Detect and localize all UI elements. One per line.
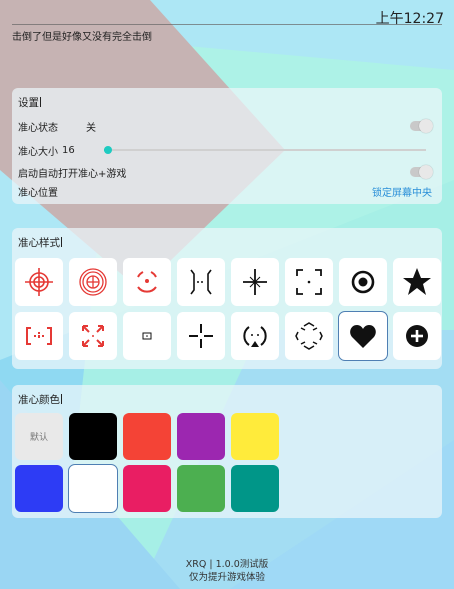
crosshair-style-option[interactable] [231, 312, 279, 360]
crosshair-style-option[interactable] [339, 258, 387, 306]
color-swatch[interactable] [123, 413, 171, 460]
crosshair-position-row: 准心位置 锁定屏幕中央 [18, 182, 436, 200]
crosshair-style-card: 准心样式 [12, 228, 442, 369]
footer-note: 仅为提升游戏体验 [188, 572, 265, 583]
color-swatch[interactable] [123, 465, 171, 512]
crosshair-size-label: 准心大小 [18, 146, 58, 158]
color-swatch[interactable] [231, 465, 279, 512]
crosshair-style-option[interactable] [123, 312, 171, 360]
bracket-lines-icon [190, 269, 212, 295]
circle-arrows-icon [243, 326, 267, 347]
red-scope-crosshair-icon [25, 268, 53, 296]
status-time: 上午12:27 [375, 11, 444, 27]
crosshair-status-toggle[interactable] [410, 119, 433, 133]
settings-card: 设置 准心状态 关 准心大小 16 启动自动打开准心+游戏 准心位置 锁定屏幕中… [12, 88, 442, 204]
small-square-dot-icon [142, 332, 152, 340]
plus-crosshair-icon [189, 324, 213, 348]
crosshair-style-option[interactable] [69, 258, 117, 306]
crosshair-position-label: 准心位置 [18, 187, 58, 199]
auto-start-row: 启动自动打开准心+游戏 [18, 163, 436, 181]
crosshair-size-slider[interactable] [104, 146, 426, 154]
crosshair-style-option[interactable] [285, 258, 333, 306]
color-swatch-grid: 默认 [15, 413, 279, 513]
crosshair-style-option[interactable] [15, 258, 63, 306]
color-swatch[interactable] [68, 464, 118, 513]
lock-center-link[interactable]: 锁定屏幕中央 [372, 184, 432, 199]
color-swatch[interactable] [15, 465, 63, 512]
crosshair-style-option[interactable] [231, 258, 279, 306]
chevron-ring-icon [295, 322, 323, 350]
crosshair-style-option[interactable] [177, 258, 225, 306]
auto-start-label: 启动自动打开准心+游戏 [18, 168, 127, 180]
crosshair-style-option[interactable] [15, 312, 63, 360]
crosshair-style-option[interactable] [393, 312, 441, 360]
crosshair-status-row: 准心状态 关 [18, 117, 436, 135]
settings-title: 设置 [18, 97, 41, 109]
corner-brackets-dot-icon [296, 269, 322, 295]
crosshair-status-label: 准心状态 [18, 122, 58, 134]
red-dashed-brackets-icon [26, 327, 52, 345]
default-color-swatch[interactable]: 默认 [15, 413, 63, 460]
crosshair-size-value: 16 [62, 144, 75, 156]
color-swatch[interactable] [69, 413, 117, 460]
plus-circle-icon [406, 325, 428, 347]
crosshair-color-card: 准心颜色 默认 [12, 385, 442, 518]
crosshair-style-option[interactable] [393, 258, 441, 306]
colors-title: 准心颜色 [18, 394, 62, 406]
star-icon [403, 268, 431, 295]
crosshair-status-value: 关 [86, 122, 96, 134]
red-arrow-x-crosshair-icon [82, 325, 104, 347]
default-color-label: 默认 [29, 433, 48, 443]
crosshair-size-row: 准心大小 16 [18, 141, 436, 159]
footer-version: XRQ | 1.0.0测试版 [185, 559, 269, 570]
crosshair-style-option[interactable] [177, 312, 225, 360]
crosshair-style-option[interactable] [123, 258, 171, 306]
page-subtitle: 击倒了但是好像又没有完全击倒 [12, 32, 152, 43]
color-swatch[interactable] [177, 413, 225, 460]
styles-title: 准心样式 [18, 237, 62, 249]
heart-icon [350, 325, 376, 348]
color-swatch[interactable] [231, 413, 279, 460]
red-target-circle-icon [79, 268, 107, 296]
crosshair-style-grid [15, 258, 441, 361]
header-divider [12, 24, 442, 25]
red-circle-brackets-icon [137, 271, 157, 293]
ornate-plus-crosshair-icon [243, 269, 267, 295]
crosshair-style-option[interactable] [69, 312, 117, 360]
bullseye-dot-icon [351, 270, 375, 294]
crosshair-style-option[interactable] [285, 312, 333, 360]
color-swatch[interactable] [177, 465, 225, 512]
crosshair-style-option-selected[interactable] [338, 311, 388, 361]
auto-start-toggle[interactable] [410, 165, 433, 179]
footer: XRQ | 1.0.0测试版 仅为提升游戏体验 [0, 558, 454, 584]
slider-thumb[interactable] [104, 146, 112, 154]
